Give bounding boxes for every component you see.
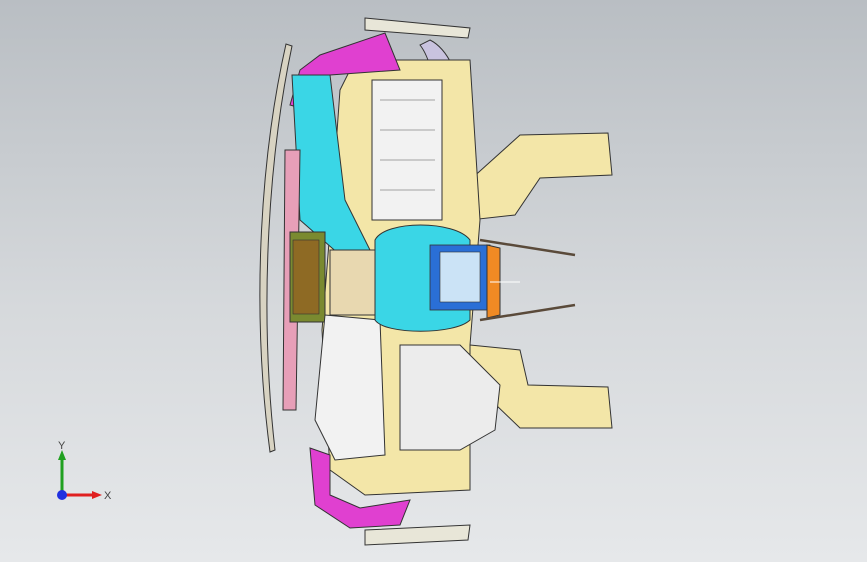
- y-axis-label: Y: [58, 440, 66, 452]
- x-axis-label: X: [104, 490, 112, 502]
- cad-3d-viewport[interactable]: [0, 0, 867, 562]
- bottom-rim[interactable]: [364, 524, 471, 546]
- orientation-triad: Y X: [57, 440, 112, 502]
- z-axis-icon: [57, 490, 67, 500]
- upper-right-bracket[interactable]: [469, 132, 613, 221]
- center-base[interactable]: [329, 249, 376, 316]
- upper-housing[interactable]: [371, 79, 443, 221]
- lower-housing[interactable]: [314, 314, 386, 461]
